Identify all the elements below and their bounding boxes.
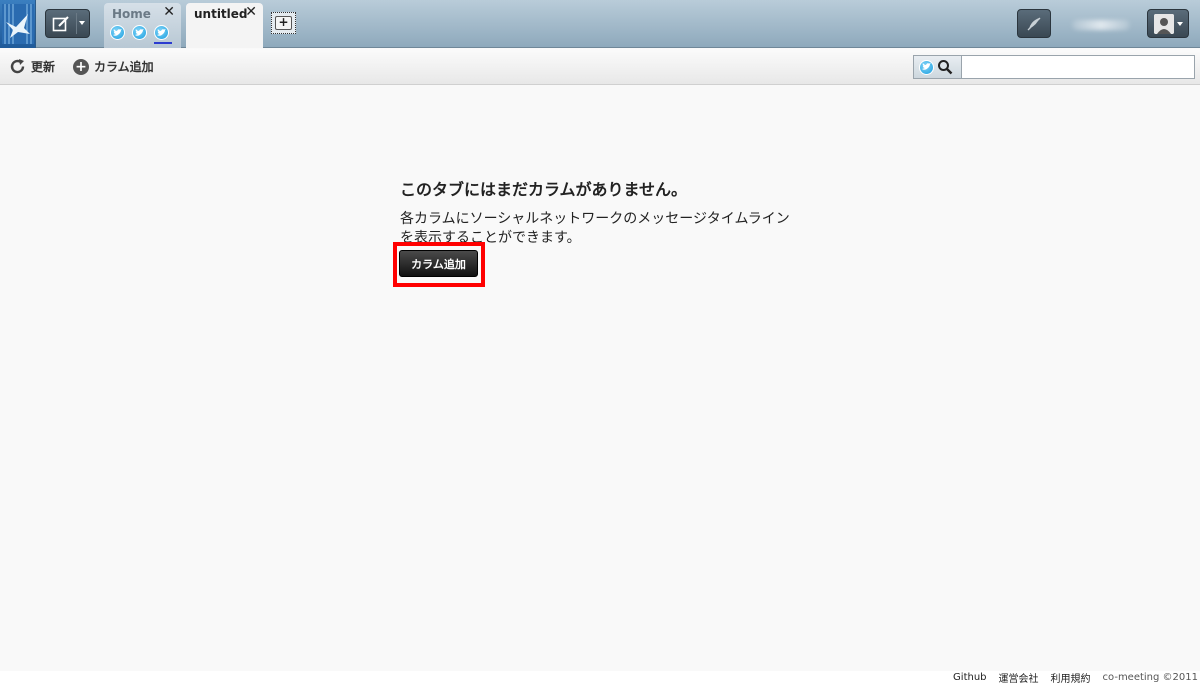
search-icon <box>938 60 953 75</box>
footer-link-github[interactable]: Github <box>953 672 986 683</box>
twitter-icon <box>110 25 125 40</box>
search-input[interactable] <box>962 56 1194 78</box>
close-icon[interactable]: ✕ <box>245 4 257 20</box>
refresh-label: 更新 <box>31 60 56 74</box>
feather-slash-icon <box>1027 17 1041 30</box>
twitter-icon <box>154 25 169 40</box>
add-column-label: カラム追加 <box>94 60 154 74</box>
tab-home[interactable]: Home ✕ <box>104 3 181 48</box>
footer-link-terms[interactable]: 利用規約 <box>1051 670 1091 685</box>
compose-icon <box>52 15 69 31</box>
compose-separator <box>76 13 77 34</box>
empty-state-title: このタブにはまだカラムがありません。 <box>400 180 688 199</box>
add-circle-icon: + <box>73 58 89 75</box>
twitter-icon <box>919 59 934 75</box>
footer-links: Github 運営会社 利用規約 co-meeting ©2011 <box>953 670 1198 685</box>
refresh-button[interactable]: 更新 <box>9 58 55 75</box>
top-header: Home ✕ untitled ✕ + <box>0 0 1200 48</box>
app-logo[interactable] <box>0 0 36 48</box>
footer: Github 運営会社 利用規約 co-meeting ©2011 <box>0 671 1200 689</box>
user-menu-button[interactable] <box>1147 9 1189 38</box>
active-account-underline <box>154 42 172 44</box>
search-box <box>913 55 1195 79</box>
username-redacted <box>1072 20 1130 30</box>
chevron-down-icon[interactable] <box>79 21 85 25</box>
tab-untitled[interactable]: untitled ✕ <box>186 3 263 48</box>
empty-state: このタブにはまだカラムがありません。 各カラムにソーシャルネットワークのメッセー… <box>400 176 800 248</box>
footer-link-company[interactable]: 運営会社 <box>999 670 1039 685</box>
tab-home-label: Home <box>112 7 151 21</box>
search-source-selector[interactable] <box>914 56 962 78</box>
toolbar: 更新 + カラム追加 <box>0 49 1200 85</box>
footer-copyright: co-meeting ©2011 <box>1102 671 1198 683</box>
close-icon[interactable]: ✕ <box>163 4 175 20</box>
chevron-down-icon[interactable] <box>1177 22 1183 26</box>
bird-logo-icon <box>1 4 34 44</box>
tab-home-account-icons <box>110 25 169 40</box>
twitter-icon <box>132 25 147 40</box>
mute-button[interactable] <box>1017 9 1051 38</box>
avatar-icon <box>1154 14 1174 34</box>
add-tab-button[interactable]: + <box>271 12 296 34</box>
tab-untitled-label: untitled <box>194 7 248 21</box>
compose-button[interactable] <box>45 9 90 38</box>
plus-icon: + <box>275 16 292 30</box>
add-column-toolbar-button[interactable]: + カラム追加 <box>73 58 154 75</box>
refresh-icon <box>10 59 25 74</box>
add-column-button[interactable]: カラム追加 <box>399 250 478 277</box>
